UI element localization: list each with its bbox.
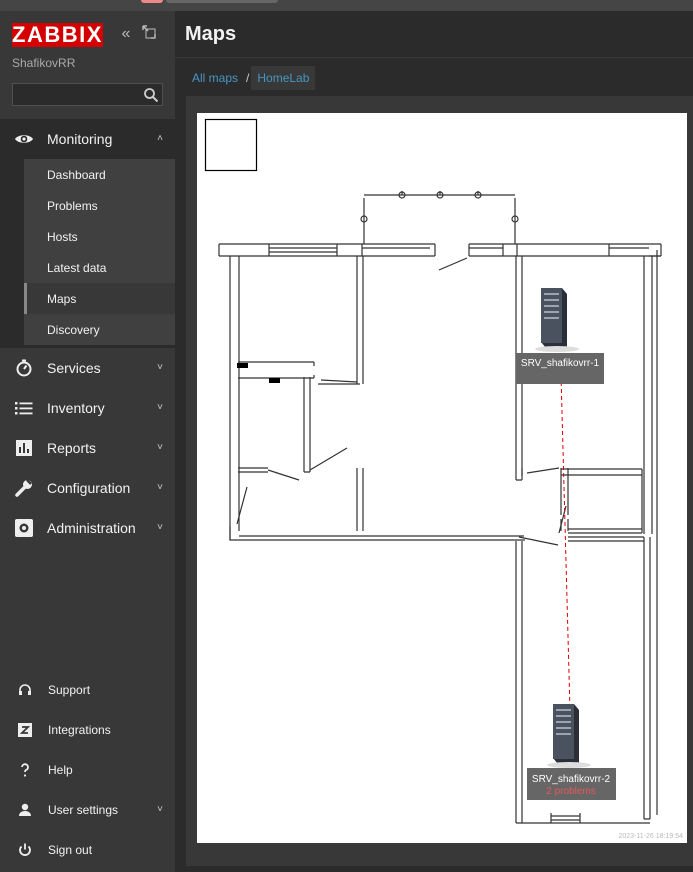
menu-sign-out[interactable]: Sign out	[0, 830, 175, 870]
breadcrumb-current-map[interactable]: HomeLab	[251, 66, 316, 90]
bar-chart-icon	[16, 440, 32, 456]
menu-label: Configuration	[47, 480, 131, 496]
menu-label: Help	[48, 763, 73, 777]
host-link-line[interactable]	[560, 374, 571, 712]
host-srv-1[interactable]: SRV_shafikovrr-1	[516, 288, 604, 384]
menu-monitoring[interactable]: Monitoring ˄	[0, 119, 175, 159]
username: ShafikovRR	[12, 56, 76, 70]
top-bar	[166, 0, 278, 3]
search-icon[interactable]	[143, 87, 159, 103]
server-icon	[547, 704, 591, 768]
chevron-down-icon: ˅	[157, 442, 163, 453]
server-icon	[535, 288, 579, 352]
main-menu: Monitoring ˄ Dashboard Problems Hosts La…	[0, 119, 175, 548]
menu-label: Monitoring	[47, 131, 113, 147]
search-box	[12, 83, 163, 106]
monitoring-submenu: Dashboard Problems Hosts Latest data Map…	[0, 159, 175, 348]
chevron-down-icon: ˅	[157, 522, 163, 533]
menu-reports[interactable]: Reports ˅	[0, 428, 175, 468]
zabbix-logo[interactable]: ZABBIX	[12, 23, 103, 47]
top-pill	[141, 0, 163, 3]
menu-label: Sign out	[48, 843, 93, 857]
top-strip	[0, 0, 693, 11]
map-shape-rectangle	[204, 118, 258, 172]
menu-label: Integrations	[48, 723, 111, 737]
host-srv-2[interactable]: SRV_shafikovrr-2 2 problems	[527, 704, 616, 800]
submenu-latest-data[interactable]: Latest data	[24, 252, 175, 283]
page-title: Maps	[185, 23, 237, 45]
submenu-hosts[interactable]: Hosts	[24, 221, 175, 252]
map-wall-block	[269, 378, 280, 383]
menu-label: Support	[48, 683, 91, 697]
map-wall-block	[237, 363, 248, 368]
menu-help[interactable]: Help	[0, 750, 175, 790]
power-icon	[19, 843, 31, 856]
chevron-down-icon: ˅	[157, 402, 163, 413]
eye-icon	[15, 135, 33, 143]
menu-integrations[interactable]: Integrations	[0, 710, 175, 750]
breadcrumb-separator: /	[246, 71, 250, 85]
breadcrumb-all-maps[interactable]: All maps	[186, 66, 244, 90]
header-divider	[175, 57, 693, 58]
kiosk-mode-icon[interactable]	[142, 25, 160, 43]
headset-icon	[19, 684, 31, 695]
breadcrumb: All maps / HomeLab	[186, 66, 316, 90]
menu-services[interactable]: Services ˅	[0, 348, 175, 388]
map-timestamp: 2023-11-26 18:19:54	[618, 833, 683, 840]
menu-label: Administration	[47, 520, 136, 536]
menu-label: Reports	[47, 440, 97, 456]
question-icon	[21, 763, 29, 777]
menu-label: User settings	[48, 803, 119, 817]
search-input[interactable]	[13, 84, 133, 105]
chevron-up-icon: ˄	[157, 133, 163, 144]
host-name-label: SRV_shafikovrr-2	[532, 774, 611, 785]
host-name-label: SRV_shafikovrr-1	[521, 358, 600, 369]
chevron-down-icon: ˅	[157, 482, 163, 493]
submenu-maps[interactable]: Maps	[24, 283, 175, 314]
menu-user-settings[interactable]: User settings ˅	[0, 790, 175, 830]
zabbix-z-icon	[18, 723, 32, 737]
bottom-menu: Support Integrations Help User settings …	[0, 670, 175, 870]
user-icon	[19, 803, 31, 816]
menu-support[interactable]: Support	[0, 670, 175, 710]
stopwatch-icon	[16, 359, 32, 377]
menu-administration[interactable]: Administration ˅	[0, 508, 175, 548]
floor-plan	[218, 191, 662, 824]
submenu-dashboard[interactable]: Dashboard	[24, 159, 175, 190]
main-content: Maps All maps / HomeLab SRV_shafikovrr-1…	[175, 11, 693, 872]
list-icon	[15, 402, 33, 415]
sidebar: ZABBIX « ShafikovRR Monitoring ˄ Dashboa…	[0, 11, 175, 872]
submenu-discovery[interactable]: Discovery	[24, 314, 175, 345]
host-problems-label[interactable]: 2 problems	[546, 786, 595, 797]
submenu-problems[interactable]: Problems	[24, 190, 175, 221]
menu-inventory[interactable]: Inventory ˅	[0, 388, 175, 428]
map-canvas: SRV_shafikovrr-1 SRV_shafikovrr-2 2 prob…	[204, 118, 662, 824]
wrench-icon	[15, 479, 32, 497]
collapse-sidebar-icon[interactable]: «	[117, 25, 135, 43]
chevron-down-icon: ˅	[157, 362, 163, 373]
gear-icon	[15, 519, 33, 537]
network-map: SRV_shafikovrr-1 SRV_shafikovrr-2 2 prob…	[197, 113, 687, 843]
menu-label: Services	[47, 360, 101, 376]
menu-label: Inventory	[47, 400, 105, 416]
chevron-down-icon: ˅	[157, 804, 163, 815]
menu-configuration[interactable]: Configuration ˅	[0, 468, 175, 508]
